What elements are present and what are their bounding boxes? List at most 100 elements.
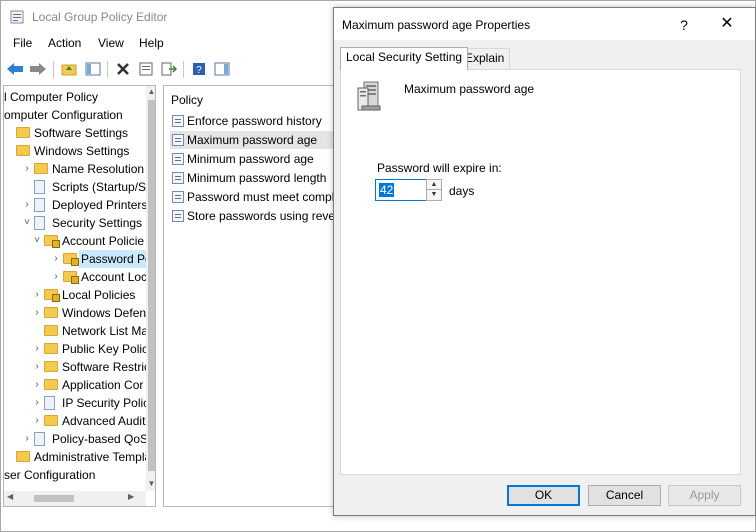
expire-days-input[interactable]: 42 [375,179,427,201]
policy-row-label: Minimum password length [187,171,327,185]
console-tree-pane[interactable]: l Computer Policy omputer Configuration So… [3,85,156,507]
arrow-left-icon [7,63,23,75]
svg-text:?: ? [196,65,202,76]
toolbar-separator [183,61,184,78]
chevron-right-icon[interactable]: › [22,196,32,214]
tree-item-label: ser Configuration [4,468,96,482]
tree-item-label: l Computer Policy [4,90,99,104]
chevron-right-icon[interactable]: › [22,430,32,448]
tree-item-label: IP Security Polic [62,396,150,410]
policy-row-label: Minimum password age [187,152,314,166]
scroll-left-icon[interactable]: ◀ [7,492,13,501]
scroll-thumb[interactable] [148,100,155,471]
cancel-button[interactable]: Cancel [588,485,661,506]
up-one-level-button[interactable] [59,59,79,79]
scroll-up-icon[interactable]: ▲ [146,86,155,98]
tree-item-label: Advanced Audit [62,414,146,428]
policy-setting-icon [172,191,184,203]
chevron-right-icon[interactable]: › [32,286,42,304]
menu-action[interactable]: Action [46,36,83,50]
policy-row[interactable]: Enforce password history [170,112,342,130]
policy-setting-icon [172,153,184,165]
delete-button[interactable] [113,59,133,79]
tree-item-label: Windows Settings [34,144,130,158]
chevron-right-icon[interactable]: › [51,268,61,286]
policy-column-header[interactable]: Policy [171,93,203,107]
tree-item-label: Name Resolution P [52,162,156,176]
policy-row[interactable]: Minimum password age [170,150,342,168]
settings-node-icon [34,180,45,194]
tree-item-label: Public Key Polic [62,342,149,356]
back-button[interactable] [5,59,25,79]
policy-row[interactable]: Store passwords using revers [170,207,342,225]
chevron-right-icon[interactable]: › [32,358,42,376]
folder-icon [44,343,58,354]
console-tree-icon [85,62,101,76]
chevron-right-icon[interactable]: › [32,412,42,430]
show-hide-console-tree-button[interactable] [83,59,103,79]
policy-row-label: Maximum password age [187,133,318,147]
scroll-right-icon[interactable]: ▶ [128,492,134,501]
chevron-right-icon[interactable]: › [32,376,42,394]
export-list-button[interactable] [159,59,179,79]
tree-item-label: Security Settings [52,216,143,230]
chevron-right-icon[interactable]: › [32,394,42,412]
close-icon[interactable]: ✕ [717,14,737,34]
tree-item-label: Software Restric [62,360,151,374]
folder-icon [16,451,30,462]
chevron-right-icon[interactable]: › [32,340,42,358]
folder-up-icon [61,64,77,76]
policy-row[interactable]: Maximum password age [170,131,342,149]
chevron-down-icon[interactable]: ˅ [22,214,32,232]
expire-days-spinner[interactable]: ▲ ▼ [426,179,442,201]
forward-button[interactable] [28,59,48,79]
policy-row[interactable]: Minimum password length [170,169,342,187]
tree-item-label: Account Loc [81,270,148,284]
tree-vertical-scrollbar[interactable]: ▲ ▼ [146,86,155,491]
properties-button[interactable] [136,59,156,79]
policy-list-pane[interactable]: Policy Enforce password history Maximum p… [163,85,343,507]
chevron-right-icon[interactable]: › [32,304,42,322]
tab-local-security-setting[interactable]: Local Security Setting [340,47,469,70]
dialog-titlebar: Maximum password age Properties ? ✕ [334,8,755,40]
menu-view[interactable]: View [96,36,126,50]
chevron-right-icon[interactable]: › [22,160,32,178]
policy-row-label: Password must meet comple [187,190,342,204]
locked-folder-icon [44,289,60,302]
properties-icon [139,62,153,76]
tree-item-label: Password Po [79,250,154,268]
scroll-thumb[interactable] [34,495,74,502]
dialog-title: Maximum password age Properties [342,18,531,32]
locked-folder-icon [44,235,60,248]
show-action-pane-button[interactable] [212,59,232,79]
chevron-down-icon[interactable]: ˅ [32,232,42,250]
password-expire-label: Password will expire in: [377,161,502,175]
tree-item-label: Account Policie [62,234,145,248]
days-unit-label: days [449,184,475,198]
help-icon[interactable]: ? [674,15,694,35]
tree-horizontal-scrollbar[interactable]: ◀ ▶ [4,491,146,506]
help-button[interactable]: ? [189,59,209,79]
policy-setting-icon [172,210,184,222]
folder-icon [44,379,58,390]
settings-node-icon [34,198,45,212]
locked-folder-icon [63,271,79,284]
folder-icon [44,325,58,336]
policy-setting-icon [172,134,184,146]
policy-row-label: Store passwords using revers [187,209,343,223]
policy-row[interactable]: Password must meet comple [170,188,342,206]
ok-button[interactable]: OK [507,485,580,506]
apply-button[interactable]: Apply [668,485,741,506]
local-security-setting-panel: Maximum password age Password will expir… [340,69,741,475]
spin-down-icon[interactable]: ▼ [427,190,441,200]
folder-icon [44,307,58,318]
menu-help[interactable]: Help [137,36,166,50]
scroll-down-icon[interactable]: ▼ [146,478,155,490]
chevron-right-icon[interactable]: › [51,250,61,268]
tree-item-label: Policy-based QoS [52,432,149,446]
action-pane-icon [214,62,230,76]
tree-item-label: Deployed Printers [52,198,148,212]
menu-file[interactable]: File [11,36,34,50]
server-policy-icon [357,81,381,111]
spin-up-icon[interactable]: ▲ [427,180,441,190]
